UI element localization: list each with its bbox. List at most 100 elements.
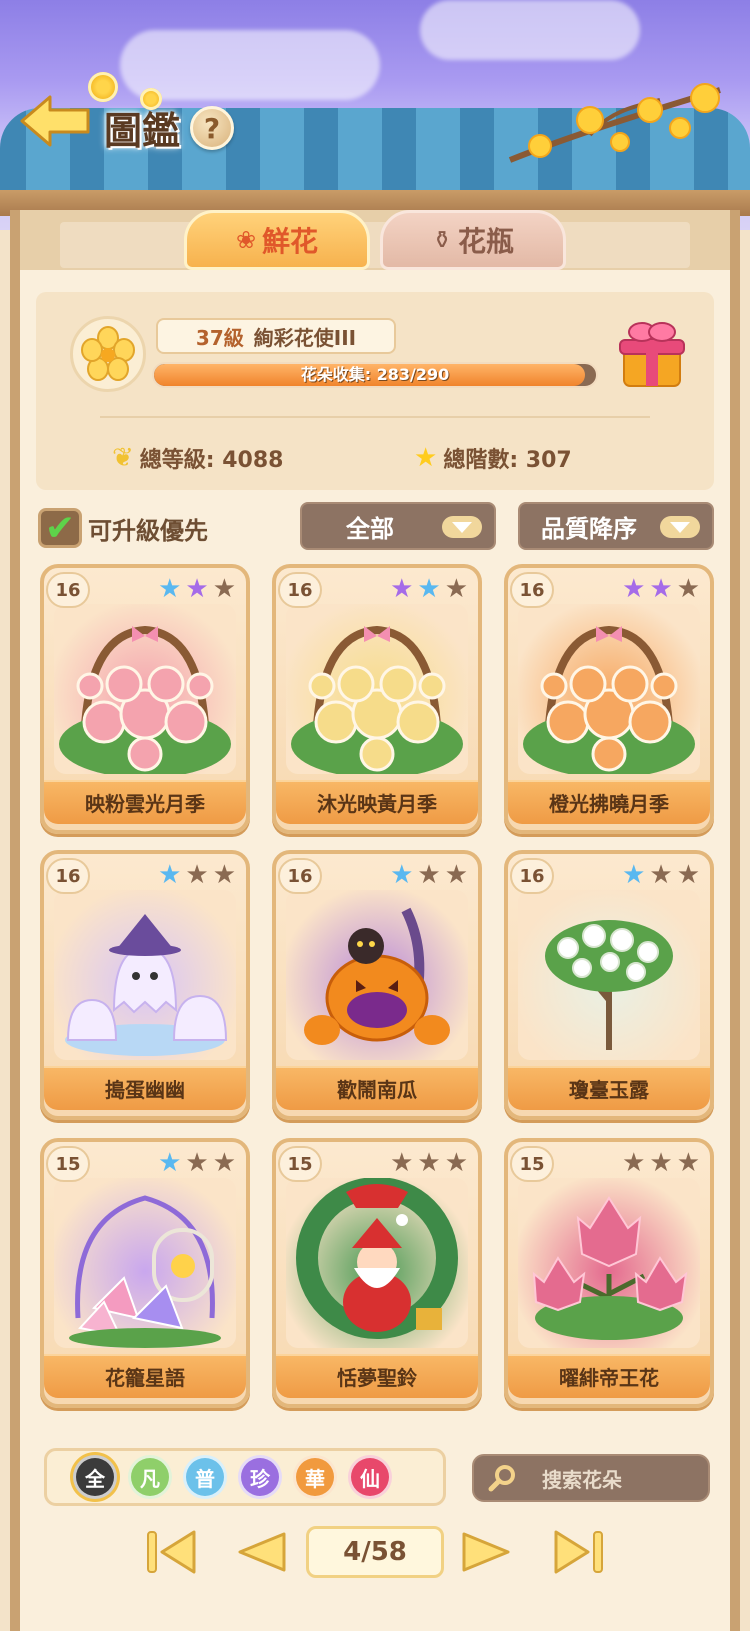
flower-card[interactable]: 16 ★ ★ ★ 映粉雲光月季 [40, 564, 250, 834]
card-stars: ★ ★ ★ [390, 1150, 468, 1176]
card-stars: ★ ★ ★ [622, 576, 700, 602]
rank-badge [70, 316, 146, 392]
gift-icon [619, 322, 685, 387]
player-level: 37級 [195, 325, 244, 350]
tab-flowers-label: 鮮花 [262, 225, 319, 258]
sort-value: 品質降序 [541, 514, 637, 543]
chevron-down-icon [442, 516, 482, 538]
upgrade-first-label: 可升級優先 [88, 516, 208, 545]
empty-star-icon: ★ [649, 860, 673, 890]
cage-illustration [54, 1178, 236, 1348]
flower-card[interactable]: 16 ★ ★ ★ 搗蛋幽幽 [40, 850, 250, 1120]
flower-card[interactable]: 15 ★ ★ ★ 恬夢聖鈴 [272, 1138, 482, 1408]
quality-filter-button[interactable]: 凡 [128, 1455, 172, 1499]
card-stars: ★ ★ ★ [158, 1150, 236, 1176]
card-name: 曜緋帝王花 [508, 1354, 710, 1398]
card-level: 16 [46, 572, 90, 608]
tab-bar [60, 222, 690, 268]
purple-star-icon: ★ [649, 574, 673, 604]
card-stars: ★ ★ ★ [158, 862, 236, 888]
purple-star-icon: ★ [390, 574, 414, 604]
last-page-button[interactable] [550, 1524, 606, 1584]
card-stars: ★ ★ ★ [622, 862, 700, 888]
protea-illustration [518, 1178, 700, 1348]
empty-star-icon: ★ [444, 860, 468, 890]
flower-card[interactable]: 16 ★ ★ ★ 沐光映黃月季 [272, 564, 482, 834]
help-button[interactable]: ? [190, 106, 234, 150]
card-level: 16 [510, 572, 554, 608]
total-stars-text: 總階數: 307 [443, 448, 572, 473]
card-level: 16 [278, 572, 322, 608]
empty-star-icon: ★ [444, 1148, 468, 1178]
empty-star-icon: ★ [185, 1148, 209, 1178]
next-page-icon [462, 1532, 510, 1572]
cloud [120, 30, 380, 100]
blue-star-icon: ★ [158, 860, 182, 890]
back-button[interactable] [18, 92, 92, 150]
osmanthus-branch-decoration [508, 83, 721, 163]
previous-page-button[interactable] [232, 1524, 288, 1584]
back-arrow-icon [20, 95, 90, 147]
category-value: 全部 [346, 514, 394, 543]
blue-star-icon: ★ [158, 574, 182, 604]
rank-title: 絢彩花使III [253, 325, 357, 350]
search-field[interactable]: 搜索花朵 [472, 1454, 710, 1502]
blue-star-icon: ★ [417, 574, 441, 604]
sprout-icon: ❦ [112, 443, 134, 473]
quality-filter-button[interactable]: 珍 [238, 1455, 282, 1499]
tab-vases[interactable]: ⚱ 花瓶 [380, 210, 566, 270]
upgrade-first-toggle[interactable]: ✔ 可升級優先 [38, 508, 208, 549]
card-name: 映粉雲光月季 [44, 780, 246, 824]
blue-star-icon: ★ [390, 860, 414, 890]
sort-dropdown[interactable]: 品質降序 [518, 502, 714, 550]
cloud [420, 0, 640, 60]
ghosts-illustration [54, 890, 236, 1060]
card-stars: ★ ★ ★ [158, 576, 236, 602]
empty-star-icon: ★ [417, 860, 441, 890]
gift-box-button[interactable] [618, 318, 686, 390]
purple-star-icon: ★ [185, 574, 209, 604]
blue-star-icon: ★ [622, 860, 646, 890]
flower-card[interactable]: 16 ★ ★ ★ 橙光拂曉月季 [504, 564, 714, 834]
quality-filter-button[interactable]: 仙 [348, 1455, 392, 1499]
card-stars: ★ ★ ★ [622, 1150, 700, 1176]
card-level: 16 [46, 858, 90, 894]
collection-progress-bar: 花朵收集: 283/290 [152, 362, 598, 388]
card-level: 15 [46, 1146, 90, 1182]
quality-filter-button[interactable]: 全 [73, 1455, 117, 1499]
rank-plate: 37級 絢彩花使III [156, 318, 396, 354]
rose-arch-illustration [518, 604, 700, 774]
upgrade-first-checkbox[interactable]: ✔ [38, 508, 82, 549]
flower-card[interactable]: 16 ★ ★ ★ 瓊臺玉露 [504, 850, 714, 1120]
quality-filter-button[interactable]: 華 [293, 1455, 337, 1499]
quality-filter-button[interactable]: 普 [183, 1455, 227, 1499]
card-name: 瓊臺玉露 [508, 1066, 710, 1110]
last-page-icon [554, 1530, 603, 1574]
category-dropdown[interactable]: 全部 [300, 502, 496, 550]
flower-card[interactable]: 15 ★ ★ ★ 花籠星語 [40, 1138, 250, 1408]
empty-star-icon: ★ [676, 860, 700, 890]
empty-star-icon: ★ [444, 574, 468, 604]
golden-flower-icon [81, 326, 135, 381]
page-title: 圖鑑 [104, 108, 181, 153]
empty-star-icon: ★ [212, 574, 236, 604]
total-level-text: 總等級: 4088 [139, 448, 284, 473]
next-page-button[interactable] [460, 1524, 516, 1584]
white-tree-illustration [518, 890, 700, 1060]
santa-illustration [286, 1178, 468, 1348]
card-name: 沐光映黃月季 [276, 780, 478, 824]
chevron-down-icon [660, 516, 700, 538]
blue-star-icon: ★ [158, 1148, 182, 1178]
rose-arch-illustration [54, 604, 236, 774]
rose-arch-illustration [286, 604, 468, 774]
flower-card[interactable]: 15 ★ ★ ★ 曜緋帝王花 [504, 1138, 714, 1408]
flower-decoration [88, 72, 118, 102]
tab-flowers[interactable]: ❀ 鮮花 [184, 210, 370, 270]
summary-divider [100, 416, 650, 418]
card-name: 恬夢聖鈴 [276, 1354, 478, 1398]
flower-card[interactable]: 16 ★ ★ ★ 歡鬧南瓜 [272, 850, 482, 1120]
search-icon [488, 1465, 515, 1492]
card-level: 16 [278, 858, 322, 894]
first-page-button[interactable] [144, 1524, 200, 1584]
empty-star-icon: ★ [185, 860, 209, 890]
